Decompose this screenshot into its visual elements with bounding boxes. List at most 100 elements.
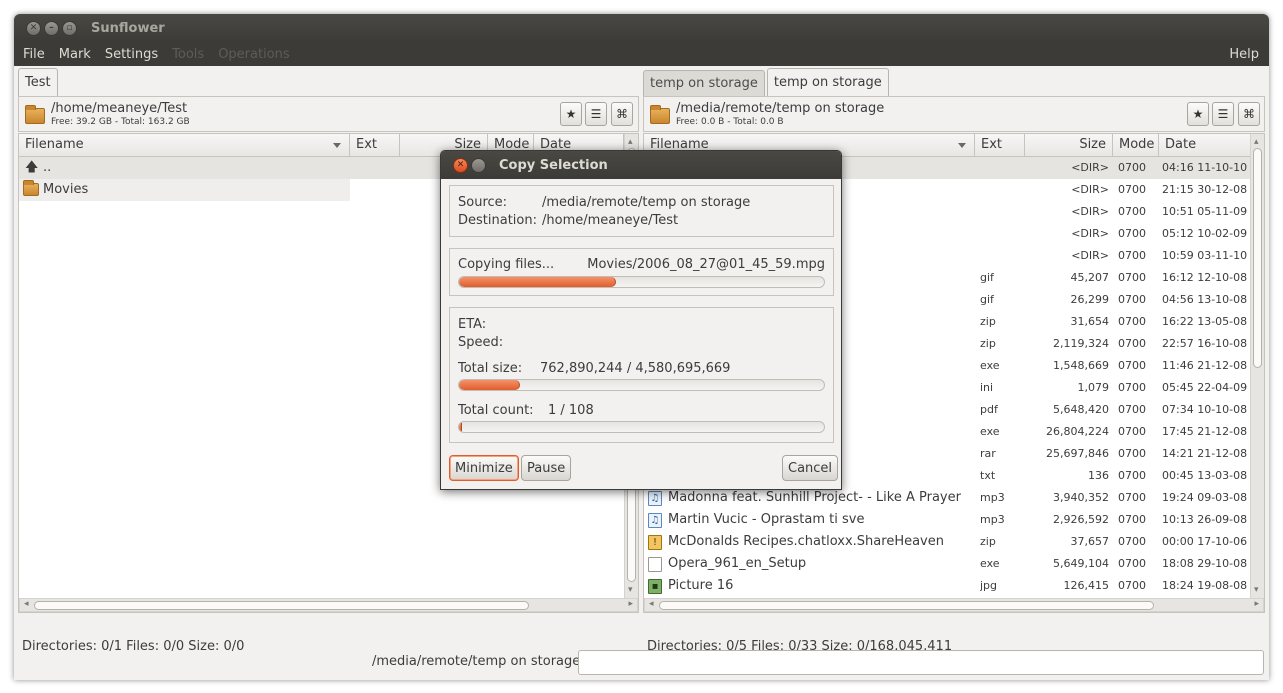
file-mode: 0700 bbox=[1118, 469, 1146, 482]
menu-mark[interactable]: Mark bbox=[52, 47, 98, 62]
copying-label: Copying files... bbox=[458, 257, 555, 272]
table-row[interactable]: ♫ Madonna feat. Sunhill Project- - Like A… bbox=[644, 487, 1264, 509]
folder-icon bbox=[650, 105, 670, 124]
file-size: <DIR> bbox=[1071, 227, 1109, 240]
menu-settings[interactable]: Settings bbox=[98, 47, 165, 62]
file-mode: 0700 bbox=[1118, 205, 1146, 218]
tools-button[interactable]: ⌘ bbox=[1238, 102, 1260, 126]
list-icon: ☰ bbox=[1217, 107, 1229, 121]
dialog-close-button[interactable]: ✕ bbox=[453, 157, 468, 173]
file-size: 126,415 bbox=[1063, 579, 1110, 592]
pause-button[interactable]: Pause bbox=[521, 455, 572, 481]
menu-operations[interactable]: Operations bbox=[211, 47, 296, 62]
file-date: 04:56 13-10-08 bbox=[1162, 293, 1248, 306]
file-mode: 0700 bbox=[1118, 337, 1146, 350]
menubar: File Mark Settings Tools Operations Help bbox=[14, 42, 1269, 66]
file-mode: 0700 bbox=[1118, 557, 1146, 570]
history-button[interactable]: ☰ bbox=[1212, 102, 1234, 126]
file-name: Madonna feat. Sunhill Project- - Like A … bbox=[668, 490, 961, 505]
right-tab-1[interactable]: temp on storage bbox=[643, 70, 765, 96]
cancel-button[interactable]: Cancel bbox=[782, 455, 839, 481]
left-tab-test[interactable]: Test bbox=[18, 68, 58, 96]
dialog-titlebar: ✕ Copy Selection bbox=[441, 151, 841, 179]
scroll-right-icon: ▸ bbox=[628, 599, 633, 609]
total-count-progress bbox=[458, 421, 825, 433]
bookmarks-button[interactable]: ★ bbox=[560, 102, 582, 126]
scroll-thumb[interactable] bbox=[659, 601, 1154, 610]
scroll-left-icon: ◂ bbox=[649, 599, 654, 609]
file-ext: pdf bbox=[980, 403, 998, 416]
titlebar: ✕ – ▫ Sunflower bbox=[14, 14, 1269, 42]
file-ext bbox=[980, 179, 1025, 201]
file-name: McDonalds Recipes.chatloxx.ShareHeaven bbox=[668, 534, 944, 549]
scroll-right-icon: ▸ bbox=[1254, 599, 1259, 609]
file-name: Opera_961_en_Setup bbox=[668, 556, 807, 571]
music-file-icon: ♫ bbox=[648, 513, 662, 528]
file-date: 10:13 26-09-08 bbox=[1162, 513, 1248, 526]
table-row[interactable]: ! McDonalds Recipes.chatloxx.ShareHeaven z… bbox=[644, 531, 1264, 553]
maximize-window-button[interactable]: ▫ bbox=[62, 20, 77, 36]
file-size: <DIR> bbox=[1071, 205, 1109, 218]
minimize-window-button[interactable]: – bbox=[44, 20, 59, 36]
column-mode[interactable]: Mode bbox=[1113, 134, 1159, 157]
file-mode: 0700 bbox=[1118, 359, 1146, 372]
table-row[interactable]: ▪ Picture 16 jpg 126,415 0700 18:24 19-08-08 bbox=[644, 575, 1264, 597]
list-row-movies[interactable]: Movies bbox=[19, 179, 350, 201]
star-icon: ★ bbox=[565, 107, 577, 121]
tools-button[interactable]: ⌘ bbox=[611, 102, 633, 126]
file-mode: 0700 bbox=[1118, 183, 1146, 196]
table-row[interactable]: ♫ Martin Vucic - Oprastam ti sve mp3 2,926,… bbox=[644, 509, 1264, 531]
speed-label: Speed: bbox=[458, 335, 504, 350]
column-filename[interactable]: Filename bbox=[19, 134, 350, 157]
column-ext[interactable]: Ext bbox=[350, 134, 400, 157]
scroll-thumb[interactable] bbox=[34, 601, 529, 610]
right-tab-2[interactable]: temp on storage bbox=[766, 68, 889, 96]
file-date: 05:12 10-02-09 bbox=[1162, 227, 1248, 240]
right-vertical-scrollbar[interactable]: ▴ ▾ bbox=[1250, 134, 1264, 598]
file-date: 19:24 09-03-08 bbox=[1162, 491, 1248, 504]
menu-help[interactable]: Help bbox=[1222, 47, 1269, 62]
sort-down-icon bbox=[958, 143, 966, 148]
file-ext: zip bbox=[980, 535, 996, 548]
file-size: 2,926,592 bbox=[1053, 513, 1109, 526]
file-size: <DIR> bbox=[1071, 249, 1109, 262]
file-ext: mp3 bbox=[980, 513, 1005, 526]
scroll-thumb[interactable] bbox=[1253, 148, 1262, 368]
file-date: 05:45 22-04-09 bbox=[1162, 381, 1248, 394]
file-size: 26,804,224 bbox=[1046, 425, 1109, 438]
file-size: 1,079 bbox=[1077, 381, 1110, 394]
total-size-progress bbox=[458, 379, 825, 391]
file-ext: mp3 bbox=[980, 491, 1005, 504]
minimize-button[interactable]: Minimize bbox=[449, 455, 519, 481]
file-date: 22:57 16-10-08 bbox=[1162, 337, 1248, 350]
file-size: <DIR> bbox=[1071, 183, 1109, 196]
file-date: 00:00 17-10-06 bbox=[1162, 535, 1248, 548]
file-mode: 0700 bbox=[1118, 271, 1146, 284]
file-date: 16:12 12-10-08 bbox=[1162, 271, 1248, 284]
dialog-maximize-button[interactable] bbox=[471, 157, 486, 173]
file-mode: 0700 bbox=[1118, 425, 1146, 438]
menu-tools[interactable]: Tools bbox=[165, 47, 211, 62]
column-date[interactable]: Date bbox=[1159, 134, 1251, 157]
file-date: 14:21 21-12-08 bbox=[1162, 447, 1248, 460]
file-size: 2,119,324 bbox=[1053, 337, 1109, 350]
table-row[interactable]: Opera_961_en_Setup exe 5,649,104 0700 18:08 … bbox=[644, 553, 1264, 575]
column-size[interactable]: Size bbox=[1025, 134, 1113, 157]
current-file-frame: Copying files... Movies/2006_08_27@01_45… bbox=[449, 248, 834, 296]
file-ext bbox=[980, 201, 1025, 223]
menu-file[interactable]: File bbox=[14, 47, 52, 62]
list-icon: ☰ bbox=[590, 107, 602, 121]
right-horizontal-scrollbar[interactable]: ◂ ▸ bbox=[644, 598, 1264, 612]
bookmarks-button[interactable]: ★ bbox=[1187, 102, 1209, 126]
file-ext: rar bbox=[980, 447, 996, 460]
close-window-button[interactable]: ✕ bbox=[26, 20, 41, 36]
file-date: 21:15 30-12-08 bbox=[1162, 183, 1248, 196]
column-ext[interactable]: Ext bbox=[975, 134, 1025, 157]
history-button[interactable]: ☰ bbox=[585, 102, 607, 126]
up-arrow-icon: 🡅 bbox=[25, 160, 39, 175]
totals-frame: ETA: Speed: Total size: 762,890,244 / 4,… bbox=[449, 307, 834, 443]
command-line-input[interactable] bbox=[578, 650, 1264, 675]
file-ext: zip bbox=[980, 337, 996, 350]
left-horizontal-scrollbar[interactable]: ◂ ▸ bbox=[19, 598, 638, 612]
scroll-down-icon: ▾ bbox=[628, 585, 633, 595]
